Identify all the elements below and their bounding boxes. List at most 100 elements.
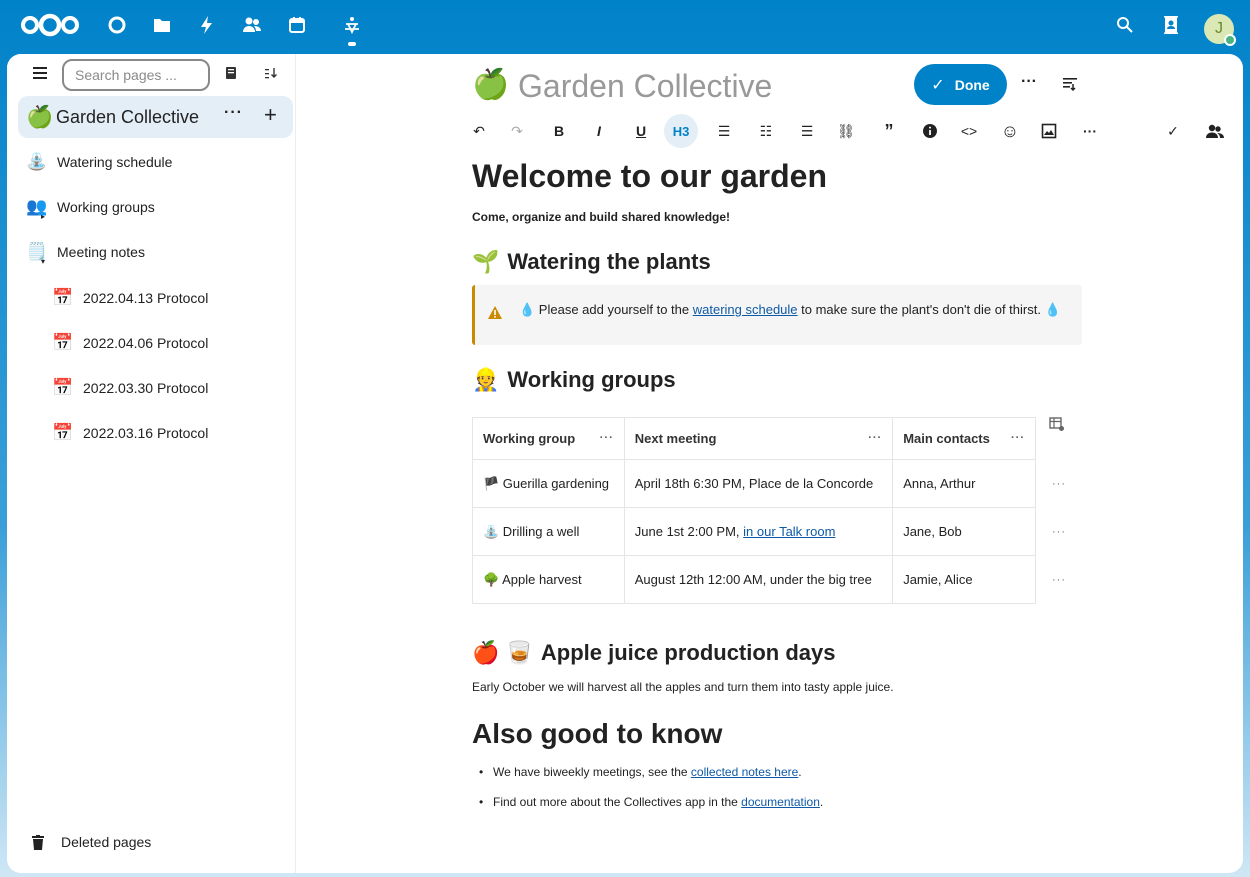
- blockquote-icon[interactable]: ”: [872, 114, 906, 148]
- table-cell[interactable]: ⛲ Drilling a well: [472, 507, 625, 556]
- working-groups-heading-text: Working groups: [507, 367, 676, 392]
- contacts-menu-icon[interactable]: [1159, 13, 1183, 37]
- add-page-icon[interactable]: +: [264, 102, 277, 128]
- underline-icon[interactable]: U: [624, 114, 658, 148]
- warning-callout: 💧 Please add yourself to the watering sc…: [472, 285, 1082, 345]
- column-menu-icon[interactable]: ···: [1011, 432, 1025, 444]
- code-block-icon[interactable]: <>: [952, 114, 986, 148]
- search-pages-input[interactable]: Search pages ...: [62, 59, 210, 91]
- table-row: 🏴 Guerilla gardening April 18th 6:30 PM,…: [472, 459, 1036, 508]
- sessions-icon[interactable]: [1198, 114, 1232, 148]
- calendar-emoji-icon: 📅: [52, 378, 74, 397]
- row-actions-icon[interactable]: ···: [1052, 574, 1066, 586]
- watering-heading-text: Watering the plants: [507, 249, 711, 274]
- page-label: Working groups: [57, 199, 155, 215]
- page-title-emoji[interactable]: 🍏: [472, 67, 509, 102]
- sidebar-item-protocol[interactable]: 📅 2022.04.13 Protocol: [52, 284, 208, 312]
- column-menu-icon[interactable]: ···: [600, 432, 614, 444]
- redo-icon[interactable]: ↷: [500, 114, 534, 148]
- sidebar-item-working-groups[interactable]: 👥 ▸ Working groups: [26, 193, 155, 221]
- done-label: Done: [954, 76, 990, 93]
- documentation-link[interactable]: documentation: [741, 795, 820, 809]
- collectives-icon[interactable]: [340, 13, 364, 37]
- table-cell[interactable]: 🌳 Apple harvest: [472, 555, 625, 604]
- sidebar-item-watering-schedule[interactable]: ⛲ Watering schedule: [26, 148, 172, 176]
- bullet-list-icon[interactable]: ☰: [707, 114, 741, 148]
- working-groups-table: Working group ··· Next meeting ··· Main co…: [472, 417, 1036, 604]
- table-settings-icon[interactable]: [1049, 416, 1065, 432]
- table-cell[interactable]: 🏴 Guerilla gardening: [472, 459, 625, 508]
- deleted-pages-button[interactable]: Deleted pages: [32, 834, 151, 850]
- page-emoji: 👥 ▸: [26, 197, 48, 221]
- search-icon[interactable]: [1113, 13, 1137, 37]
- table-cell[interactable]: Jane, Bob: [892, 507, 1036, 556]
- table-cell[interactable]: Jamie, Alice: [892, 555, 1036, 604]
- expand-caret-icon[interactable]: ▸: [41, 212, 45, 221]
- files-icon[interactable]: [150, 13, 174, 37]
- column-header: Next meeting ···: [623, 417, 894, 460]
- done-button[interactable]: ✓ Done: [914, 64, 1007, 105]
- table-cell[interactable]: Anna, Arthur: [892, 459, 1036, 508]
- nextcloud-logo[interactable]: [20, 13, 80, 37]
- calendar-emoji-icon: 📅: [52, 288, 74, 307]
- undo-icon[interactable]: ↶: [462, 114, 496, 148]
- page-label: Watering schedule: [57, 154, 173, 170]
- check-icon: ✓: [931, 76, 945, 94]
- table-cell[interactable]: June 1st 2:00 PM, in our Talk room: [623, 507, 894, 556]
- deleted-pages-label: Deleted pages: [61, 834, 152, 850]
- collective-more-icon[interactable]: ···: [224, 104, 243, 122]
- sort-icon[interactable]: [263, 66, 279, 82]
- outline-toggle-icon[interactable]: [1062, 76, 1078, 92]
- saved-check-icon[interactable]: ✓: [1156, 114, 1190, 148]
- table-cell[interactable]: August 12th 12:00 AM, under the big tree: [623, 555, 894, 604]
- emoji-picker-icon[interactable]: ☺: [993, 114, 1027, 148]
- formatting-toolbar: ↶ ↷ B I U H3 ☰ ☷ ☰ ⛓ ” <> ☺ ··· ✓: [462, 114, 1243, 148]
- activity-icon[interactable]: [195, 13, 219, 37]
- status-indicator: [1224, 34, 1236, 46]
- page-actions-more-icon[interactable]: ···: [1021, 73, 1037, 91]
- sidebar: Search pages ... 🍏 Garden Collective ···…: [7, 54, 296, 873]
- column-header: Working group ···: [472, 417, 625, 460]
- insert-image-icon[interactable]: [1032, 114, 1066, 148]
- trash-icon: [32, 834, 44, 850]
- collected-notes-link[interactable]: collected notes here: [691, 765, 798, 779]
- watering-schedule-link[interactable]: watering schedule: [693, 302, 798, 317]
- menu-toggle-icon[interactable]: [33, 67, 47, 79]
- row-actions-icon[interactable]: ···: [1052, 478, 1066, 490]
- apple-juice-emoji: 🍎 🥃: [472, 640, 533, 665]
- bold-icon[interactable]: B: [542, 114, 576, 148]
- sidebar-item-protocol[interactable]: 📅 2022.04.06 Protocol: [52, 329, 208, 357]
- calendar-icon[interactable]: [285, 13, 309, 37]
- heading-button[interactable]: H3: [664, 114, 698, 148]
- collective-item[interactable]: 🍏 Garden Collective ··· +: [18, 96, 293, 138]
- talk-room-link[interactable]: in our Talk room: [743, 524, 835, 539]
- contacts-icon[interactable]: [240, 13, 264, 37]
- good-to-know-heading: Also good to know: [472, 718, 723, 749]
- sidebar-item-protocol[interactable]: 📅 2022.03.30 Protocol: [52, 374, 208, 402]
- column-menu-icon[interactable]: ···: [868, 432, 882, 444]
- italic-icon[interactable]: I: [582, 114, 616, 148]
- page-title[interactable]: Garden Collective: [518, 68, 772, 105]
- task-list-icon[interactable]: ☰: [790, 114, 824, 148]
- page-label: Meeting notes: [57, 244, 145, 260]
- table-header-row: Working group ··· Next meeting ··· Main co…: [472, 417, 1036, 460]
- link-icon[interactable]: ⛓: [829, 114, 863, 148]
- watering-heading: 🌱 Watering the plants: [472, 249, 711, 275]
- sidebar-item-meeting-notes[interactable]: 🗒️ ▾ Meeting notes: [26, 238, 145, 266]
- list-item: Find out more about the Collectives app …: [472, 795, 823, 825]
- dashboard-icon[interactable]: [105, 13, 129, 37]
- info-icon[interactable]: [913, 114, 947, 148]
- column-header: Main contacts ···: [892, 417, 1036, 460]
- page-emoji: ⛲: [26, 152, 48, 171]
- collapse-caret-icon[interactable]: ▾: [41, 257, 45, 266]
- app-window: Search pages ... 🍏 Garden Collective ···…: [7, 54, 1243, 873]
- ordered-list-icon[interactable]: ☷: [749, 114, 783, 148]
- template-icon[interactable]: [223, 66, 239, 82]
- calendar-emoji-icon: 📅: [52, 423, 74, 442]
- table-cell[interactable]: April 18th 6:30 PM, Place de la Concorde: [623, 459, 894, 508]
- page-label: 2022.03.30 Protocol: [83, 380, 209, 396]
- more-formatting-icon[interactable]: ···: [1073, 114, 1107, 148]
- working-groups-heading: 👷 Working groups: [472, 367, 676, 393]
- row-actions-icon[interactable]: ···: [1052, 526, 1066, 538]
- sidebar-item-protocol[interactable]: 📅 2022.03.16 Protocol: [52, 419, 208, 447]
